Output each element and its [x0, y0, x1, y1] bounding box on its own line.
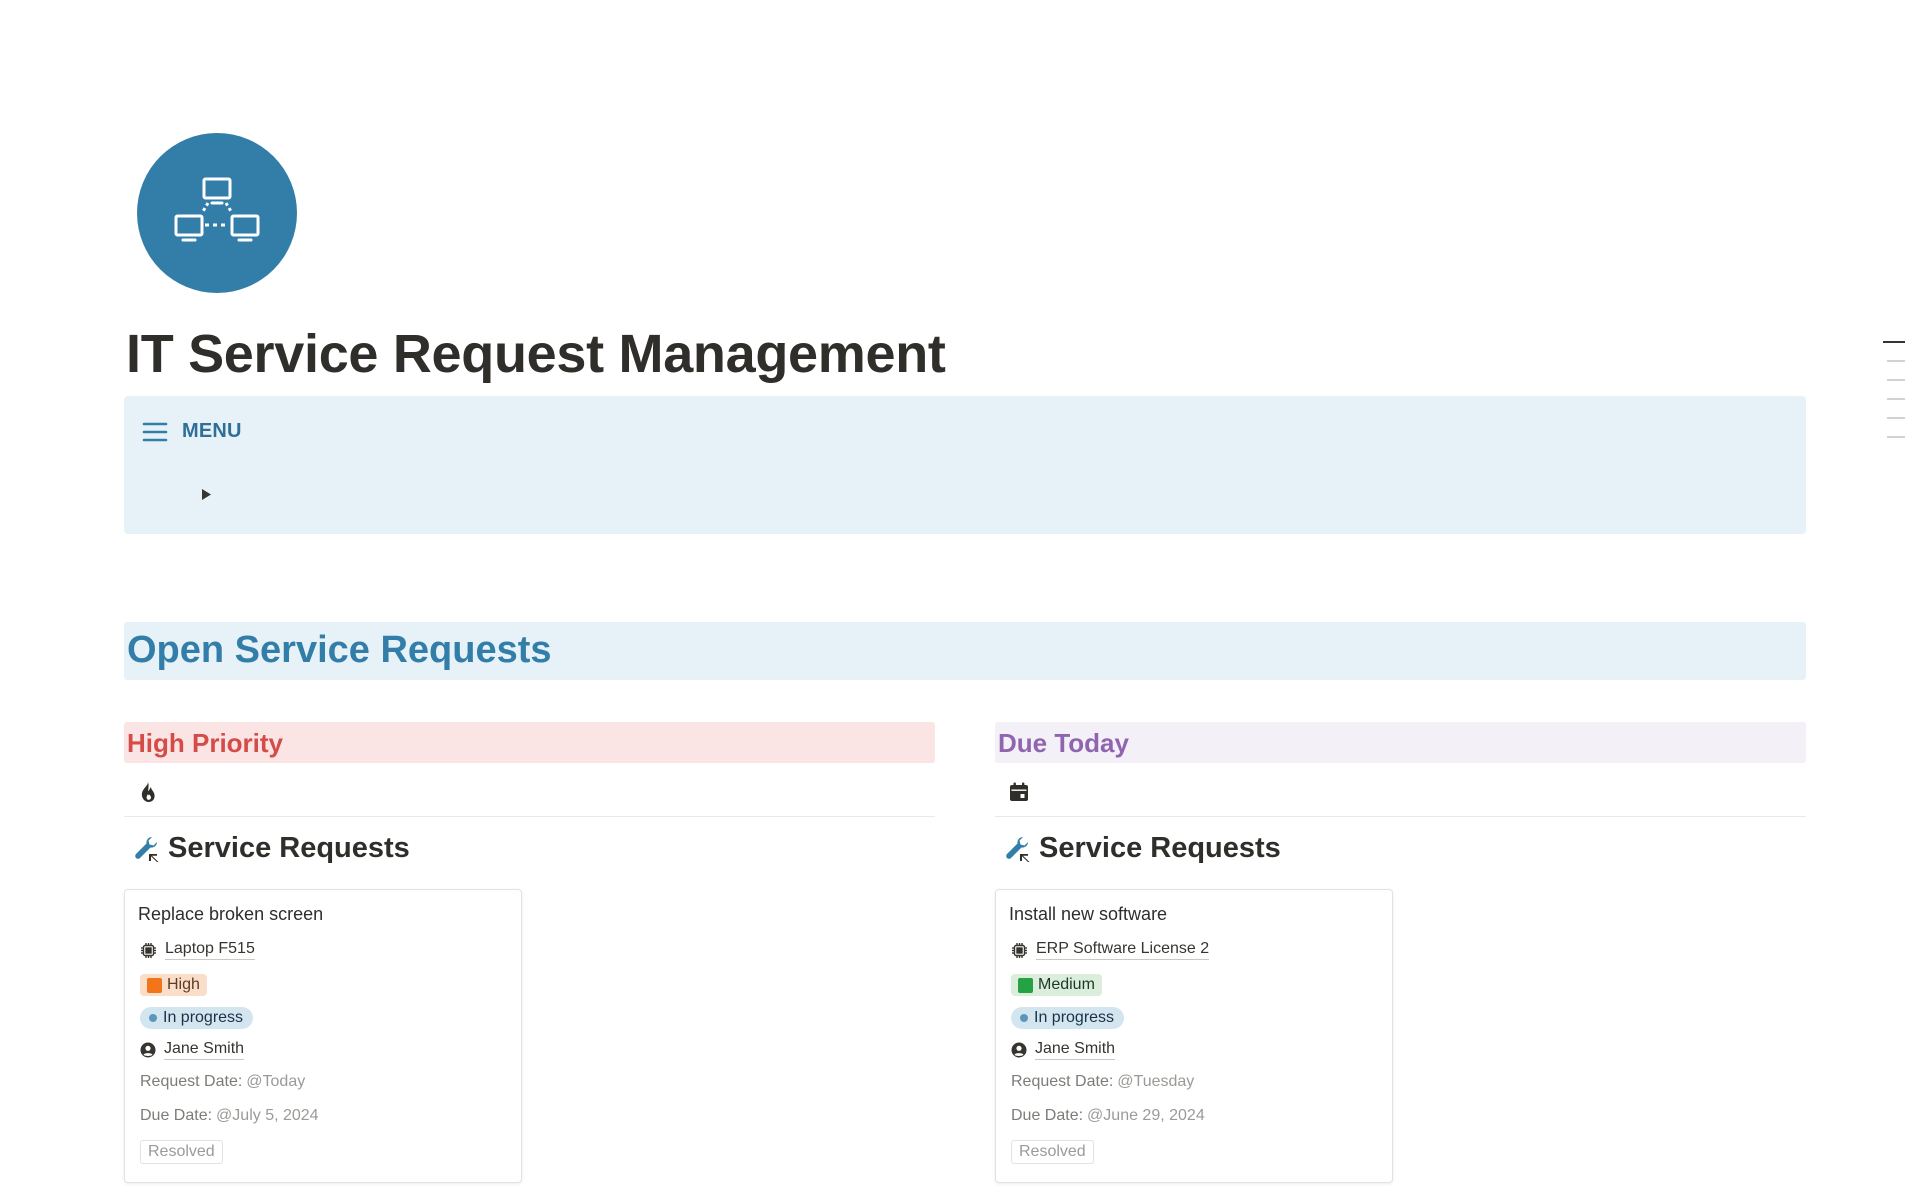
- due-date-value[interactable]: @July 5, 2024: [216, 1107, 319, 1125]
- due-today-heading: Due Today: [995, 722, 1806, 763]
- priority-property: Medium: [1011, 974, 1102, 996]
- triangle-right-icon: [202, 488, 211, 500]
- due-today-title: Due Today: [998, 728, 1129, 758]
- request-date-label: Request Date:: [140, 1073, 243, 1090]
- card-title[interactable]: Replace broken screen: [138, 904, 323, 925]
- due-date-label: Due Date:: [1011, 1107, 1084, 1124]
- toc-marker[interactable]: [1887, 360, 1905, 362]
- calendar-icon: [1010, 782, 1028, 801]
- status-property: In progress: [1011, 1007, 1125, 1029]
- section-title: Open Service Requests: [127, 629, 552, 671]
- due-date-property: Due Date: @July 5, 2024: [140, 1107, 319, 1125]
- menu-callout: MENU: [124, 396, 1806, 534]
- priority-tag[interactable]: Medium: [1011, 974, 1102, 996]
- database-title-label: Service Requests: [168, 832, 410, 864]
- assignee-property[interactable]: Jane Smith: [140, 1040, 245, 1060]
- priority-tag[interactable]: High: [140, 974, 207, 996]
- database-title[interactable]: Service Requests: [132, 832, 410, 865]
- orange-square-icon: [147, 977, 162, 993]
- divider: [124, 816, 935, 817]
- request-date-value[interactable]: @Today: [246, 1073, 305, 1091]
- page-icon[interactable]: [137, 133, 297, 293]
- toc-marker[interactable]: [1887, 398, 1905, 400]
- asset-link[interactable]: ERP Software License 2: [1036, 940, 1210, 960]
- toc-marker[interactable]: [1887, 379, 1905, 381]
- due-today-column: Due Today Service Requests Install new s…: [995, 722, 1806, 1183]
- resolved-property: Resolved: [1011, 1140, 1094, 1164]
- high-priority-heading: High Priority: [124, 722, 935, 763]
- wrench-link-icon: [1006, 836, 1030, 862]
- database-title[interactable]: Service Requests: [1003, 832, 1281, 865]
- status-value: In progress: [163, 1009, 244, 1026]
- status-pill[interactable]: In progress: [140, 1007, 254, 1029]
- toc-marker[interactable]: [1887, 436, 1905, 438]
- user-circle-icon: [1011, 1042, 1027, 1058]
- hamburger-menu-icon: [142, 422, 168, 441]
- page-title: IT Service Request Management: [126, 324, 946, 384]
- network-computers-icon: [174, 177, 260, 242]
- asset-property[interactable]: ERP Software License 2: [1011, 940, 1210, 960]
- due-date-property: Due Date: @June 29, 2024: [1011, 1107, 1205, 1125]
- high-priority-title: High Priority: [127, 728, 284, 758]
- wrench-link-icon: [135, 836, 159, 862]
- fire-icon: [141, 782, 155, 802]
- assignee-property[interactable]: Jane Smith: [1011, 1040, 1116, 1060]
- resolved-property: Resolved: [140, 1140, 223, 1164]
- table-of-contents-rail[interactable]: [1883, 341, 1907, 455]
- asset-property[interactable]: Laptop F515: [140, 940, 255, 960]
- menu-label: MENU: [182, 420, 242, 442]
- request-date-value[interactable]: @Tuesday: [1117, 1073, 1194, 1091]
- asset-link[interactable]: Laptop F515: [165, 940, 255, 960]
- resolved-checkbox[interactable]: Resolved: [140, 1140, 223, 1164]
- card-title[interactable]: Install new software: [1009, 904, 1167, 925]
- divider: [995, 816, 1806, 817]
- service-request-card[interactable]: Install new software ERP Software Licens…: [995, 889, 1393, 1183]
- service-request-card[interactable]: Replace broken screen Laptop F515 High I…: [124, 889, 522, 1183]
- assignee-name[interactable]: Jane Smith: [1035, 1040, 1116, 1060]
- status-value: In progress: [1034, 1009, 1115, 1026]
- open-service-requests-heading: Open Service Requests: [124, 622, 1806, 680]
- priority-property: High: [140, 974, 207, 996]
- chip-icon: [141, 942, 156, 958]
- high-priority-column: High Priority Service Requests Replace b…: [124, 722, 935, 1183]
- status-pill[interactable]: In progress: [1011, 1007, 1125, 1029]
- chip-icon: [1012, 942, 1027, 958]
- status-dot-icon: [149, 1014, 157, 1022]
- priority-value: Medium: [1038, 976, 1095, 993]
- database-title-label: Service Requests: [1039, 832, 1281, 864]
- priority-value: High: [167, 976, 200, 993]
- status-dot-icon: [1020, 1014, 1028, 1022]
- request-date-property: Request Date: @Today: [140, 1073, 305, 1091]
- due-date-label: Due Date:: [140, 1107, 213, 1124]
- green-square-icon: [1018, 977, 1033, 993]
- toc-marker[interactable]: [1887, 417, 1905, 419]
- toc-marker[interactable]: [1883, 341, 1905, 343]
- due-date-value[interactable]: @June 29, 2024: [1087, 1107, 1205, 1125]
- user-circle-icon: [140, 1042, 156, 1058]
- status-property: In progress: [140, 1007, 254, 1029]
- assignee-name[interactable]: Jane Smith: [164, 1040, 245, 1060]
- request-date-property: Request Date: @Tuesday: [1011, 1073, 1194, 1091]
- request-date-label: Request Date:: [1011, 1073, 1114, 1090]
- menu-toggle[interactable]: [192, 480, 220, 508]
- resolved-checkbox[interactable]: Resolved: [1011, 1140, 1094, 1164]
